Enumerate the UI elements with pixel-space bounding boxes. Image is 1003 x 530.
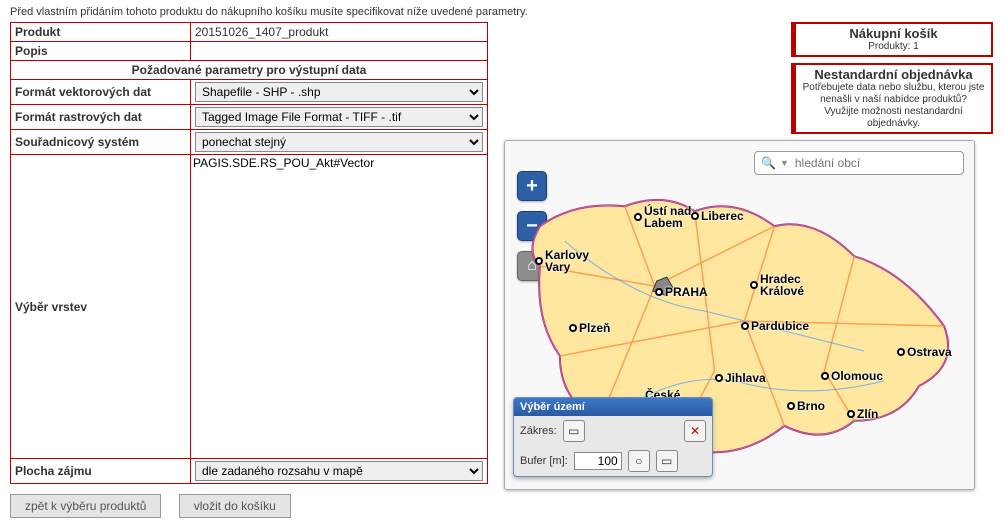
back-button[interactable]: zpět k výběru produktů (10, 494, 161, 518)
city-name: Olomouc (831, 369, 883, 383)
clear-selection-button[interactable]: ✕ (684, 420, 706, 442)
produkt-value: 20151026_1407_produkt (191, 23, 488, 42)
city-marker-icon (634, 213, 642, 221)
nonstd-line2: nenašli v naší nabídce produktů? (802, 94, 985, 106)
city-marker-icon (847, 410, 855, 418)
city-name: Ústí nadLabem (644, 205, 691, 229)
buffer-input[interactable] (574, 452, 622, 470)
territory-title: Výběr území (514, 398, 712, 416)
search-icon: 🔍 (761, 156, 776, 170)
city-label: Plzeň (569, 321, 610, 335)
search-input[interactable] (793, 155, 957, 171)
city-name: Ostrava (907, 345, 952, 359)
cart-box[interactable]: Nákupní košík Produkty: 1 (791, 22, 993, 57)
layers-textarea[interactable]: PAGIS.SDE.RS_POU_Akt#Vector (191, 155, 487, 455)
nonstd-line1: Potřebujete data nebo službu, kterou jst… (802, 82, 985, 94)
city-marker-icon (750, 281, 758, 289)
buffer-rect-button[interactable]: ▭ (656, 450, 678, 472)
city-name: Liberec (701, 209, 744, 223)
territory-panel: Výběr území Zákres: ▭ ✕ Bufer [m]: ○ (513, 397, 713, 477)
map-panel[interactable]: 🔍 ▼ + − ⌂ Ústí nadLabemLiberecKarlovyVar… (504, 140, 975, 490)
produkt-label: Produkt (11, 23, 191, 42)
city-label: Liberec (691, 209, 744, 223)
city-name: PRAHA (665, 285, 708, 299)
buffer-circle-button[interactable]: ○ (628, 450, 650, 472)
city-name: Jihlava (725, 371, 766, 385)
format-vector-select[interactable]: Shapefile - SHP - .shp (195, 82, 483, 102)
city-label: Jihlava (715, 371, 766, 385)
city-marker-icon (535, 257, 543, 265)
rectangle-icon: ▭ (568, 424, 579, 438)
city-label: HradecKrálové (750, 273, 804, 297)
city-label: KarlovyVary (535, 249, 589, 273)
format-raster-label: Formát rastrových dat (11, 105, 191, 130)
crs-select[interactable]: ponechat stejný (195, 132, 483, 152)
city-name: Brno (797, 399, 825, 413)
cart-title: Nákupní košík (802, 26, 985, 41)
nonstd-line3: Využijte možnosti nestandardní objednávk… (802, 106, 985, 130)
nonstd-title: Nestandardní objednávka (802, 67, 985, 82)
circle-icon: ○ (635, 454, 642, 468)
popis-label: Popis (11, 42, 191, 61)
city-marker-icon (821, 372, 829, 380)
city-marker-icon (897, 348, 905, 356)
city-marker-icon (655, 288, 663, 296)
city-label: Olomouc (821, 369, 883, 383)
nonstandard-order-box[interactable]: Nestandardní objednávka Potřebujete data… (791, 63, 993, 134)
city-label: Ústí nadLabem (634, 205, 691, 229)
area-select[interactable]: dle zadaného rozsahu v mapě (195, 461, 483, 481)
zakres-label: Zákres: (520, 425, 557, 437)
city-name: Zlín (857, 407, 878, 421)
crs-label: Souřadnicový systém (11, 130, 191, 155)
city-name: Plzeň (579, 321, 610, 335)
format-raster-select[interactable]: Tagged Image File Format - TIFF - .tif (195, 107, 483, 127)
city-marker-icon (787, 402, 795, 410)
city-marker-icon (715, 374, 723, 382)
city-marker-icon (741, 322, 749, 330)
city-marker-icon (691, 212, 699, 220)
draw-rectangle-button[interactable]: ▭ (563, 420, 585, 442)
buffer-label: Bufer [m]: (520, 455, 568, 467)
dropdown-icon[interactable]: ▼ (780, 158, 789, 168)
cart-count: Produkty: 1 (802, 41, 985, 53)
close-icon: ✕ (690, 424, 700, 438)
city-label: Brno (787, 399, 825, 413)
city-label: Zlín (847, 407, 878, 421)
rectangle-icon: ▭ (661, 454, 672, 468)
add-to-cart-button[interactable]: vložit do košíku (179, 494, 291, 518)
city-name: Pardubice (751, 319, 809, 333)
city-label: Ostrava (897, 345, 952, 359)
popis-value (191, 42, 488, 61)
city-name: HradecKrálové (760, 273, 804, 297)
city-label: Pardubice (741, 319, 809, 333)
city-label: PRAHA (655, 285, 708, 299)
params-table: Produkt 20151026_1407_produkt Popis Poža… (10, 22, 488, 484)
format-vector-label: Formát vektorových dat (11, 80, 191, 105)
layers-label: Výběr vrstev (11, 155, 191, 459)
intro-text: Před vlastním přidáním tohoto produktu d… (10, 6, 993, 18)
area-label: Plocha zájmu (11, 459, 191, 484)
city-name: KarlovyVary (545, 249, 589, 273)
city-marker-icon (569, 324, 577, 332)
section-header: Požadované parametry pro výstupní data (11, 61, 488, 80)
